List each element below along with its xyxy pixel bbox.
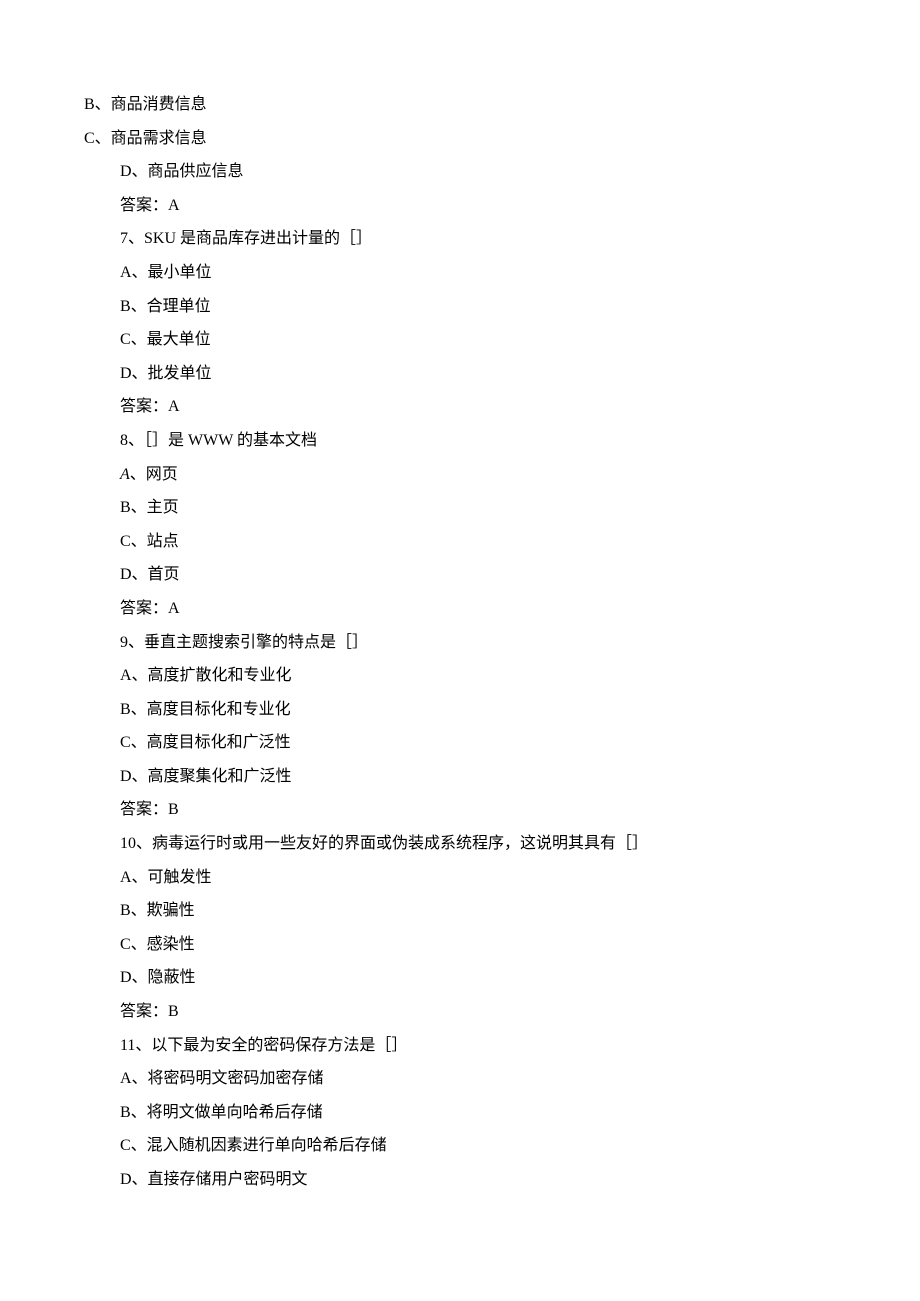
text-line: D、直接存储用户密码明文 (120, 1163, 800, 1197)
text-line: C、感染性 (120, 928, 800, 962)
text-line: A、网页 (120, 458, 800, 492)
text-line: D、高度聚集化和广泛性 (120, 760, 800, 794)
text-line: C、最大单位 (120, 323, 800, 357)
text-line: D、商品供应信息 (120, 155, 800, 189)
text-line: B、主页 (120, 491, 800, 525)
text-line: A、可触发性 (120, 861, 800, 895)
text-line: D、首页 (120, 558, 800, 592)
text-line: 7、SKU 是商品库存进出计量的［］ (120, 222, 800, 256)
text-line: 答案：A (120, 390, 800, 424)
text-line: C、高度目标化和广泛性 (120, 726, 800, 760)
text-line: C、商品需求信息 (84, 122, 800, 156)
text-line: B、商品消费信息 (84, 88, 800, 122)
text-line: C、站点 (120, 525, 800, 559)
text-line: A、高度扩散化和专业化 (120, 659, 800, 693)
document-body: B、商品消费信息C、商品需求信息D、商品供应信息答案：A7、SKU 是商品库存进… (120, 88, 800, 1197)
text-line: 答案：A (120, 592, 800, 626)
text-line: D、批发单位 (120, 357, 800, 391)
text-line: 8、［］是 WWW 的基本文档 (120, 424, 800, 458)
text-line: B、合理单位 (120, 290, 800, 324)
text-line: B、高度目标化和专业化 (120, 693, 800, 727)
text-line: 9、垂直主题搜索引擎的特点是［］ (120, 626, 800, 660)
text-line: 答案：A (120, 189, 800, 223)
text-line: D、隐蔽性 (120, 961, 800, 995)
text-line: B、欺骗性 (120, 894, 800, 928)
text-line: 答案：B (120, 995, 800, 1029)
text-line: 11、以下最为安全的密码保存方法是［］ (120, 1029, 800, 1063)
text-line: B、将明文做单向哈希后存储 (120, 1096, 800, 1130)
text-line: C、混入随机因素进行单向哈希后存储 (120, 1129, 800, 1163)
text-line: A、最小单位 (120, 256, 800, 290)
text-line: 答案：B (120, 793, 800, 827)
option-letter-a: A (120, 466, 130, 483)
text-line: A、将密码明文密码加密存储 (120, 1062, 800, 1096)
text-line: 10、病毒运行时或用一些友好的界面或伪装成系统程序，这说明其具有［］ (120, 827, 800, 861)
